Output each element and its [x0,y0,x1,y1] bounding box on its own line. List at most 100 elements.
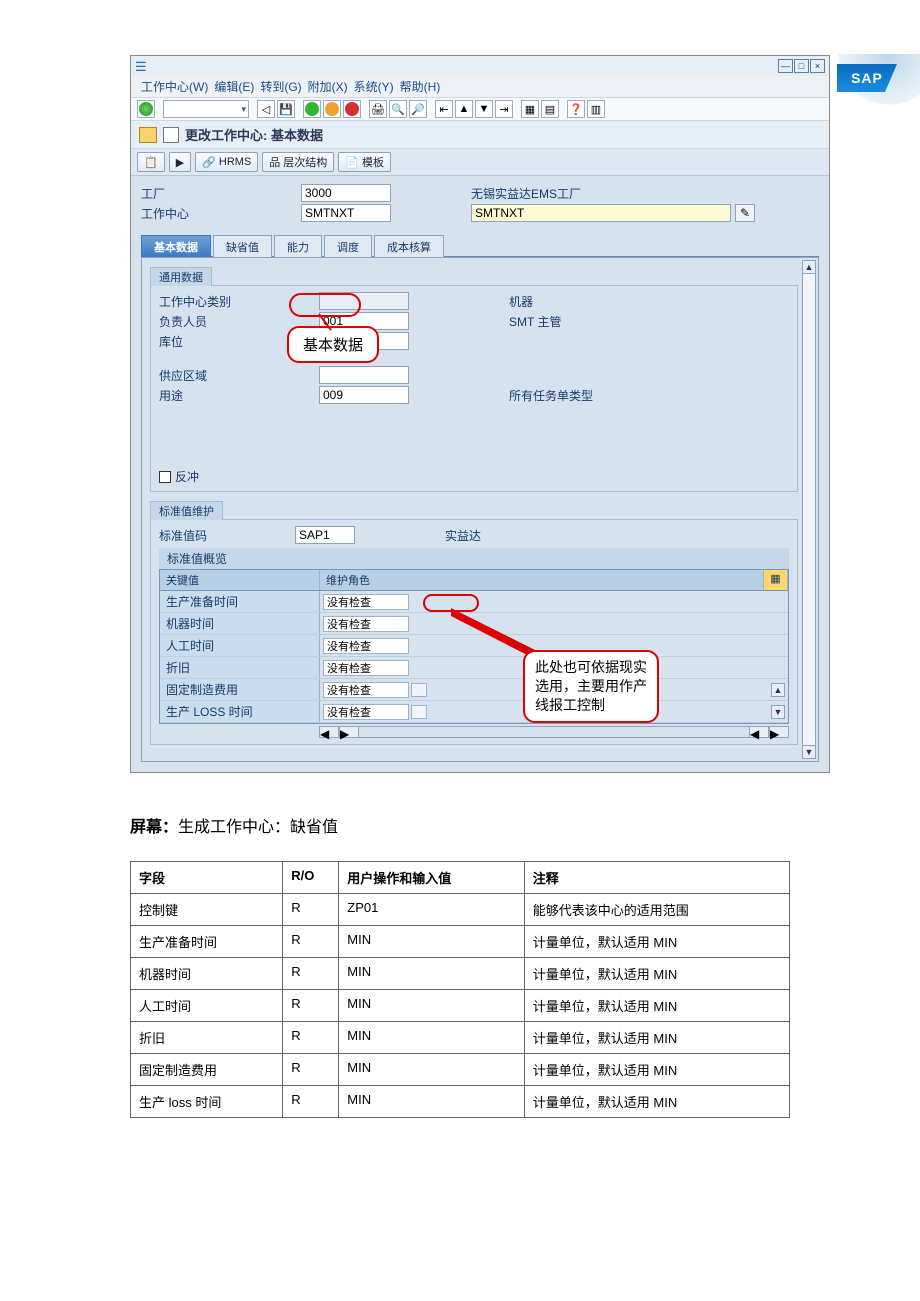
tab-scheduling[interactable]: 调度 [324,235,372,257]
shortcut-icon[interactable]: ▤ [541,100,559,118]
td-op: MIN [339,990,525,1022]
panel-scrollbar[interactable]: ▲ ▼ [802,260,816,759]
find-next-icon[interactable]: 🔎 [409,100,427,118]
nav-red-icon[interactable] [343,100,361,118]
td-field: 控制键 [131,894,283,926]
last-page-icon[interactable]: ⇥ [495,100,513,118]
btn-template-label: 模板 [362,154,384,170]
help-icon[interactable]: ❓ [567,100,585,118]
table-row: 生产 LOSS 时间没有检查▼ [160,701,788,723]
td-op: ZP01 [339,894,525,926]
cell-role[interactable]: 没有检查 [323,638,409,654]
close-button[interactable]: × [810,59,825,73]
hscroll-right-icon[interactable]: ▶ [339,726,359,738]
menu-help[interactable]: 帮助(H) [400,78,441,95]
td-ro: R [283,990,339,1022]
td-field: 人工时间 [131,990,283,1022]
window-menu-icon[interactable]: ☰ [135,59,149,73]
maximize-button[interactable]: □ [794,59,809,73]
input-work-center[interactable]: SMTNXT [301,204,391,222]
doc-table: 字段 R/O 用户操作和输入值 注释 控制键RZP01能够代表该中心的适用范围 … [130,861,790,1118]
table-hscroll[interactable]: ◀ ▶ ◀ ▶ [319,724,789,740]
value-help-icon[interactable] [411,705,427,719]
doc-heading-rest: 生成工作中心：缺省值 [178,819,338,836]
back-icon[interactable]: ◁ [257,100,275,118]
td-note: 能够代表该中心的适用范围 [524,894,789,926]
desc-category: 机器 [509,293,533,310]
table-row: 折旧RMIN计量单位，默认适用 MIN [131,1022,790,1054]
next-page-icon[interactable]: ▼ [475,100,493,118]
scroll-down-icon[interactable]: ▼ [802,745,816,759]
btn-hierarchy[interactable]: 品 层次结构 [262,152,334,172]
td-note: 计量单位，默认适用 MIN [524,990,789,1022]
tab-costing[interactable]: 成本核算 [374,235,444,257]
tab-panel: ▲ ▼ 通用数据 工作中心类别 机器 负责人员 001 SMT 主管 库位 [141,257,819,762]
print-icon[interactable]: 🖨 [369,100,387,118]
row-scroll-down-icon[interactable]: ▼ [771,705,785,719]
command-field[interactable]: ▾ [163,100,249,118]
td-ro: R [283,1086,339,1118]
find-icon[interactable]: 🔍 [389,100,407,118]
section-std: 标准值码 SAP1 实益达 标准值概览 关键值 维护角色 ▦ 生产准备时间没有检… [150,519,798,745]
std-table-header: 关键值 维护角色 ▦ [159,569,789,591]
menu-goto[interactable]: 转到(G) [260,78,301,95]
col-role: 维护角色 [320,570,764,590]
save-icon[interactable]: 💾 [277,100,295,118]
menu-extras[interactable]: 附加(X) [308,78,348,95]
td-note: 计量单位，默认适用 MIN [524,958,789,990]
scroll-track[interactable] [802,274,816,745]
title-doc-icon[interactable] [163,127,179,143]
input-std-code[interactable]: SAP1 [295,526,355,544]
window-titlebar: ☰ — □ × [131,56,829,76]
row-scroll-up-icon[interactable]: ▲ [771,683,785,697]
cell-role[interactable]: 没有检查 [323,682,409,698]
menu-edit[interactable]: 编辑(E) [214,78,254,95]
cell-role[interactable]: 没有检查 [323,616,409,632]
input-supply-area[interactable] [319,366,409,384]
btn-hierarchy-label: 层次结构 [283,154,327,170]
cell-key: 人工时间 [160,635,320,656]
btn-copy-icon[interactable]: 📋 [137,152,165,172]
menu-work-center[interactable]: 工作中心(W) [141,78,208,95]
page-title: 更改工作中心: 基本数据 [185,125,323,144]
cell-key: 生产准备时间 [160,591,320,612]
tab-default-values[interactable]: 缺省值 [213,235,272,257]
btn-hrms[interactable]: 🔗 HRMS [195,152,258,172]
input-work-center-desc[interactable]: SMTNXT [471,204,731,222]
minimize-button[interactable]: — [778,59,793,73]
standard-toolbar: ▾ ◁ 💾 🖨 🔍 🔎 ⇤ ▲ ▼ ⇥ ▦ ▤ ❓ ▥ [131,98,829,121]
nav-green-icon[interactable] [303,100,321,118]
hscroll-right2-icon[interactable]: ▶ [769,726,789,738]
prev-page-icon[interactable]: ▲ [455,100,473,118]
layout-icon[interactable]: ▥ [587,100,605,118]
checkbox-backflush[interactable] [159,471,171,483]
col-config-icon[interactable]: ▦ [764,570,788,590]
hscroll-left-icon[interactable]: ◀ [319,726,339,738]
btn-template[interactable]: 📄 模板 [338,152,391,172]
td-field: 机器时间 [131,958,283,990]
scroll-up-icon[interactable]: ▲ [802,260,816,274]
btn-forward-icon[interactable]: ▶ [169,152,191,172]
cell-role[interactable]: 没有检查 [323,660,409,676]
edit-desc-icon[interactable]: ✎ [735,204,755,222]
nav-orange-icon[interactable] [323,100,341,118]
hscroll-left2-icon[interactable]: ◀ [749,726,769,738]
input-plant[interactable]: 3000 [301,184,391,202]
title-info-icon[interactable] [139,127,157,143]
input-usage[interactable]: 009 [319,386,409,404]
ok-icon[interactable] [137,100,155,118]
label-std-overview: 标准值概览 [159,548,789,569]
tab-capacity[interactable]: 能力 [274,235,322,257]
desc-plant: 无锡实益达EMS工厂 [471,185,581,202]
new-session-icon[interactable]: ▦ [521,100,539,118]
cell-role[interactable]: 没有检查 [323,594,409,610]
td-op: MIN [339,958,525,990]
th-field: 字段 [131,862,283,894]
screen-title-row: 更改工作中心: 基本数据 [131,121,829,149]
value-help-icon[interactable] [411,683,427,697]
section-std-title: 标准值维护 [150,501,223,520]
cell-role[interactable]: 没有检查 [323,704,409,720]
first-page-icon[interactable]: ⇤ [435,100,453,118]
menu-system[interactable]: 系统(Y) [354,78,394,95]
tab-basic-data[interactable]: 基本数据 [141,235,211,257]
